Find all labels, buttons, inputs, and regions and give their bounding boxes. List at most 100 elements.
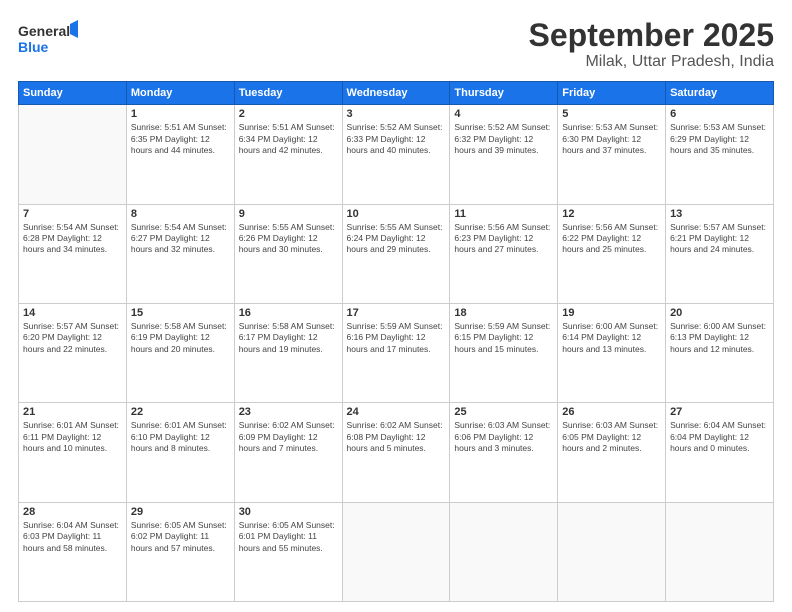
day-number: 25 (454, 406, 553, 418)
table-cell: 14 Sunrise: 5:57 AM Sunset: 6:20 PM Dayli… (19, 303, 127, 402)
day-info: Sunrise: 6:04 AM Sunset: 6:04 PM Dayligh… (670, 420, 769, 454)
main-title: September 2025 (529, 18, 774, 53)
table-cell: 1Sunrise: 5:51 AM Sunset: 6:35 PM Daylig… (126, 105, 234, 204)
day-number: 3 (347, 108, 446, 120)
day-number: 23 (239, 406, 338, 418)
day-info: Sunrise: 6:03 AM Sunset: 6:05 PM Dayligh… (562, 420, 661, 454)
table-cell (666, 502, 774, 601)
calendar-week-row: 7 Sunrise: 5:54 AM Sunset: 6:28 PM Daylig… (19, 204, 774, 303)
day-number: 12 (562, 208, 661, 220)
table-cell: 5 Sunrise: 5:53 AM Sunset: 6:30 PM Daylig… (558, 105, 666, 204)
table-cell (19, 105, 127, 204)
table-cell: 26 Sunrise: 6:03 AM Sunset: 6:05 PM Dayli… (558, 403, 666, 502)
table-cell: 4 Sunrise: 5:52 AM Sunset: 6:32 PM Daylig… (450, 105, 558, 204)
table-cell: 23 Sunrise: 6:02 AM Sunset: 6:09 PM Dayli… (234, 403, 342, 502)
day-info: Sunrise: 5:55 AM Sunset: 6:24 PM Dayligh… (347, 222, 446, 256)
day-number: 2 (239, 108, 338, 120)
svg-text:General: General (18, 23, 70, 39)
table-cell: 30 Sunrise: 6:05 AM Sunset: 6:01 PM Dayli… (234, 502, 342, 601)
table-cell (558, 502, 666, 601)
day-number: 7 (23, 208, 122, 220)
logo: General Blue (18, 18, 78, 58)
table-cell (342, 502, 450, 601)
day-number: 6 (670, 108, 769, 120)
day-number: 13 (670, 208, 769, 220)
day-number: 15 (131, 307, 230, 319)
table-cell: 10 Sunrise: 5:55 AM Sunset: 6:24 PM Dayli… (342, 204, 450, 303)
col-thursday: Thursday (450, 82, 558, 105)
col-tuesday: Tuesday (234, 82, 342, 105)
table-cell: 27 Sunrise: 6:04 AM Sunset: 6:04 PM Dayli… (666, 403, 774, 502)
day-number: 4 (454, 108, 553, 120)
day-info: Sunrise: 6:04 AM Sunset: 6:03 PM Dayligh… (23, 520, 122, 554)
day-number: 14 (23, 307, 122, 319)
table-cell: 22Sunrise: 6:01 AM Sunset: 6:10 PM Dayli… (126, 403, 234, 502)
col-monday: Monday (126, 82, 234, 105)
table-cell: 8 Sunrise: 5:54 AM Sunset: 6:27 PM Daylig… (126, 204, 234, 303)
table-cell: 29Sunrise: 6:05 AM Sunset: 6:02 PM Dayli… (126, 502, 234, 601)
table-cell: 7 Sunrise: 5:54 AM Sunset: 6:28 PM Daylig… (19, 204, 127, 303)
header: General Blue September 2025 Milak, Uttar… (18, 18, 774, 71)
day-info: Sunrise: 5:54 AM Sunset: 6:27 PM Dayligh… (131, 222, 230, 256)
day-info: Sunrise: 6:02 AM Sunset: 6:08 PM Dayligh… (347, 420, 446, 454)
day-number: 17 (347, 307, 446, 319)
day-info: Sunrise: 5:54 AM Sunset: 6:28 PM Dayligh… (23, 222, 122, 256)
day-info: Sunrise: 5:55 AM Sunset: 6:26 PM Dayligh… (239, 222, 338, 256)
calendar-week-row: 21Sunrise: 6:01 AM Sunset: 6:11 PM Dayli… (19, 403, 774, 502)
day-info: Sunrise: 6:02 AM Sunset: 6:09 PM Dayligh… (239, 420, 338, 454)
calendar-table: Sunday Monday Tuesday Wednesday Thursday… (18, 81, 774, 602)
day-info: Sunrise: 6:05 AM Sunset: 6:02 PM Dayligh… (131, 520, 230, 554)
table-cell: 24 Sunrise: 6:02 AM Sunset: 6:08 PM Dayli… (342, 403, 450, 502)
day-number: 28 (23, 506, 122, 518)
day-number: 27 (670, 406, 769, 418)
day-number: 30 (239, 506, 338, 518)
day-info: Sunrise: 5:52 AM Sunset: 6:32 PM Dayligh… (454, 122, 553, 156)
day-info: Sunrise: 5:52 AM Sunset: 6:33 PM Dayligh… (347, 122, 446, 156)
day-info: Sunrise: 5:58 AM Sunset: 6:17 PM Dayligh… (239, 321, 338, 355)
table-cell: 25Sunrise: 6:03 AM Sunset: 6:06 PM Dayli… (450, 403, 558, 502)
col-sunday: Sunday (19, 82, 127, 105)
calendar-header-row: Sunday Monday Tuesday Wednesday Thursday… (19, 82, 774, 105)
day-info: Sunrise: 5:58 AM Sunset: 6:19 PM Dayligh… (131, 321, 230, 355)
day-number: 5 (562, 108, 661, 120)
day-number: 20 (670, 307, 769, 319)
day-info: Sunrise: 5:53 AM Sunset: 6:30 PM Dayligh… (562, 122, 661, 156)
day-info: Sunrise: 5:56 AM Sunset: 6:22 PM Dayligh… (562, 222, 661, 256)
day-info: Sunrise: 5:57 AM Sunset: 6:20 PM Dayligh… (23, 321, 122, 355)
calendar-week-row: 28 Sunrise: 6:04 AM Sunset: 6:03 PM Dayli… (19, 502, 774, 601)
table-cell: 11 Sunrise: 5:56 AM Sunset: 6:23 PM Dayli… (450, 204, 558, 303)
day-number: 10 (347, 208, 446, 220)
table-cell: 19 Sunrise: 6:00 AM Sunset: 6:14 PM Dayli… (558, 303, 666, 402)
table-cell: 2Sunrise: 5:51 AM Sunset: 6:34 PM Daylig… (234, 105, 342, 204)
table-cell: 21Sunrise: 6:01 AM Sunset: 6:11 PM Dayli… (19, 403, 127, 502)
col-saturday: Saturday (666, 82, 774, 105)
table-cell: 3 Sunrise: 5:52 AM Sunset: 6:33 PM Daylig… (342, 105, 450, 204)
table-cell: 17 Sunrise: 5:59 AM Sunset: 6:16 PM Dayli… (342, 303, 450, 402)
day-number: 11 (454, 208, 553, 220)
table-cell: 20Sunrise: 6:00 AM Sunset: 6:13 PM Dayli… (666, 303, 774, 402)
page: General Blue September 2025 Milak, Uttar… (0, 0, 792, 612)
day-info: Sunrise: 5:59 AM Sunset: 6:16 PM Dayligh… (347, 321, 446, 355)
table-cell: 28 Sunrise: 6:04 AM Sunset: 6:03 PM Dayli… (19, 502, 127, 601)
subtitle: Milak, Uttar Pradesh, India (529, 53, 774, 71)
day-number: 16 (239, 307, 338, 319)
logo-svg: General Blue (18, 18, 78, 58)
title-block: September 2025 Milak, Uttar Pradesh, Ind… (529, 18, 774, 71)
day-number: 8 (131, 208, 230, 220)
table-cell: 6Sunrise: 5:53 AM Sunset: 6:29 PM Daylig… (666, 105, 774, 204)
day-info: Sunrise: 5:56 AM Sunset: 6:23 PM Dayligh… (454, 222, 553, 256)
svg-text:Blue: Blue (18, 39, 49, 55)
day-info: Sunrise: 6:00 AM Sunset: 6:14 PM Dayligh… (562, 321, 661, 355)
calendar-week-row: 14 Sunrise: 5:57 AM Sunset: 6:20 PM Dayli… (19, 303, 774, 402)
day-number: 24 (347, 406, 446, 418)
day-info: Sunrise: 6:05 AM Sunset: 6:01 PM Dayligh… (239, 520, 338, 554)
table-cell: 13Sunrise: 5:57 AM Sunset: 6:21 PM Dayli… (666, 204, 774, 303)
day-number: 9 (239, 208, 338, 220)
table-cell: 15 Sunrise: 5:58 AM Sunset: 6:19 PM Dayli… (126, 303, 234, 402)
day-number: 21 (23, 406, 122, 418)
table-cell: 18Sunrise: 5:59 AM Sunset: 6:15 PM Dayli… (450, 303, 558, 402)
day-info: Sunrise: 6:01 AM Sunset: 6:10 PM Dayligh… (131, 420, 230, 454)
day-number: 26 (562, 406, 661, 418)
table-cell: 16 Sunrise: 5:58 AM Sunset: 6:17 PM Dayli… (234, 303, 342, 402)
day-number: 19 (562, 307, 661, 319)
